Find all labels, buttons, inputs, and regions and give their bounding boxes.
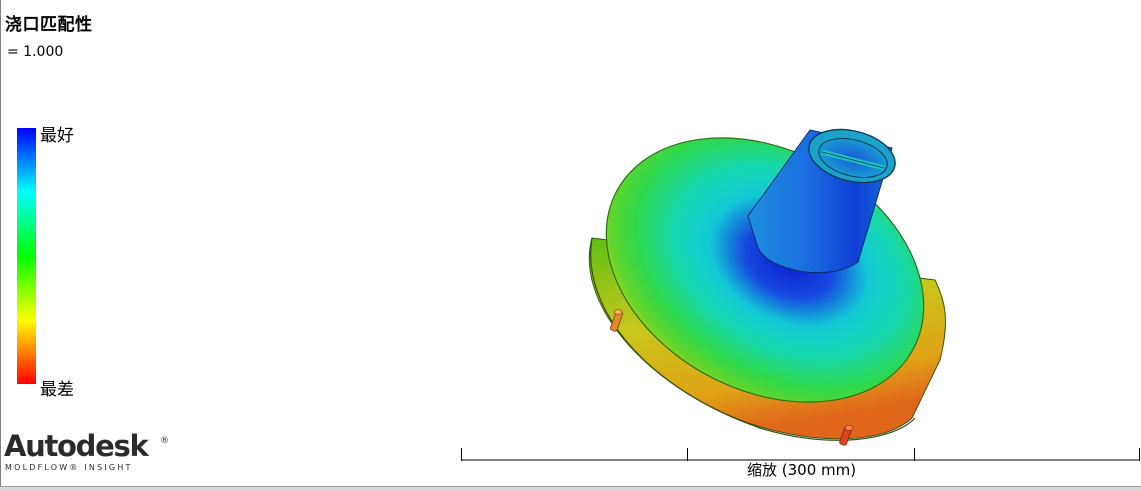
scale-ruler — [461, 448, 1140, 461]
product-name: MOLDFLOW® INSIGHT — [5, 463, 133, 472]
scale-label: 缩放 (300 mm) — [747, 461, 857, 479]
autodesk-logo: Autodesk — [4, 429, 149, 463]
view-border-bottom — [0, 486, 1141, 491]
registered-mark: ® — [160, 436, 169, 446]
